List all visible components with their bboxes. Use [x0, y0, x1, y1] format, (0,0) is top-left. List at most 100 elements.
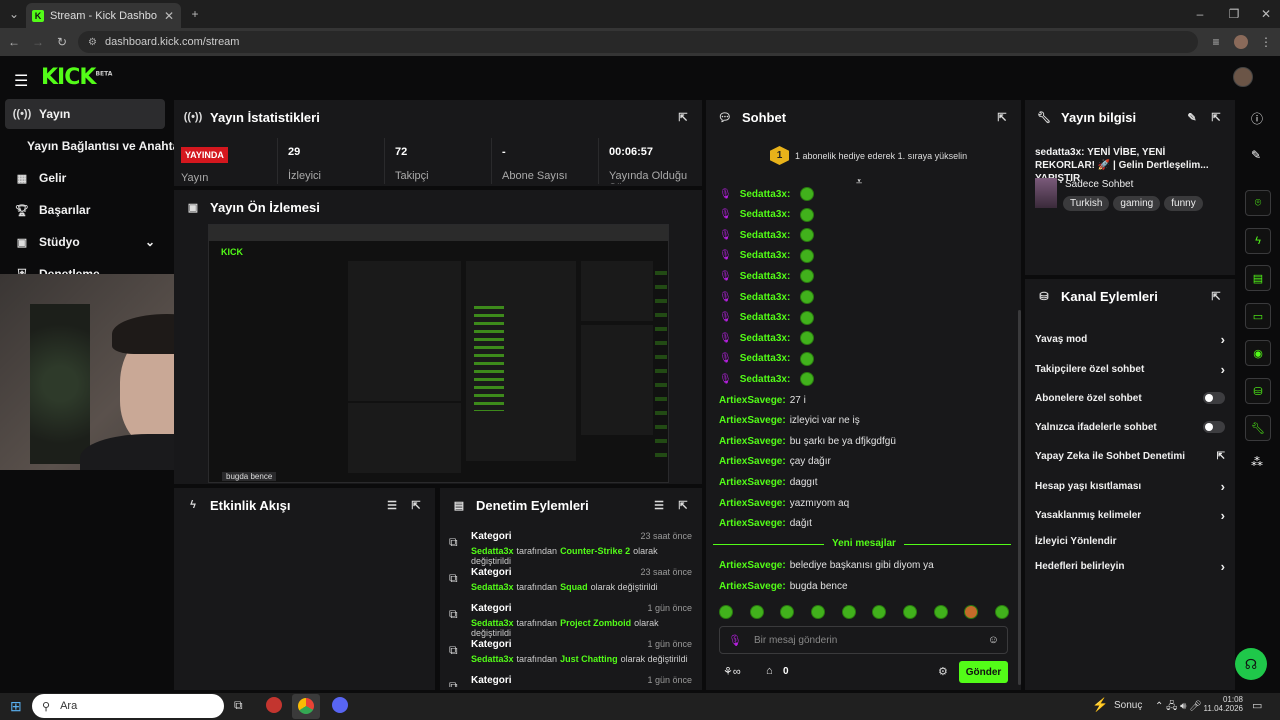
notification-icon[interactable]: ▭	[1252, 699, 1262, 712]
forward-icon[interactable]: →	[28, 32, 48, 52]
emote-picker-item[interactable]	[964, 605, 979, 619]
chat-username[interactable]: ArtiexSavege:	[719, 436, 786, 447]
rail-document-icon[interactable]: ▤	[1245, 265, 1271, 291]
collapse-pinned-icon[interactable]: ⩡	[856, 176, 862, 189]
popout-icon[interactable]: ⇱	[1209, 110, 1223, 124]
chat-username[interactable]: ArtiexSavege:	[719, 498, 786, 509]
toggle-switch[interactable]	[1203, 421, 1225, 433]
mod-action-row[interactable]: ⧉ Kategori 1 gün önce	[449, 675, 694, 687]
taskbar-app-icon[interactable]	[266, 697, 282, 713]
mod-action-row[interactable]: ⧉ Kategori 1 gün önce Sedatta3x tarafından Pr…	[449, 603, 694, 638]
maximize-icon[interactable]: ❐	[1224, 4, 1244, 24]
chat-username[interactable]: Sedatta3x:	[740, 374, 791, 385]
emote-picker-item[interactable]	[719, 605, 733, 619]
points-icon[interactable]: ⚘∞	[723, 665, 741, 678]
chat-message[interactable]: 🎙︎ Sedatta3x:	[719, 371, 815, 387]
kick-logo[interactable]: KICKBETA	[41, 65, 112, 90]
chat-message[interactable]: ArtiexSavege: bugda bence	[719, 578, 848, 594]
user-avatar[interactable]	[1233, 67, 1253, 87]
chat-message[interactable]: ArtiexSavege: dağıt	[719, 516, 812, 532]
chat-username[interactable]: Sedatta3x:	[740, 250, 791, 261]
chat-username[interactable]: Sedatta3x:	[740, 230, 791, 241]
chat-message[interactable]: 🎙︎ Sedatta3x:	[719, 268, 815, 284]
chat-settings-icon[interactable]: ⚙	[938, 665, 948, 678]
emote-picker-item[interactable]	[841, 605, 856, 619]
url-field[interactable]: ⚙ dashboard.kick.com/stream	[78, 31, 1198, 53]
channel-action-7[interactable]: İzleyici Yönlendir	[1035, 534, 1225, 548]
mod-action-row[interactable]: ⧉ Kategori 23 saat önce Sedatta3x tarafından…	[449, 567, 694, 601]
chat-message[interactable]: 🎙︎ Sedatta3x:	[719, 289, 815, 305]
popout-icon[interactable]: ⇱	[676, 110, 690, 124]
chat-message[interactable]: 🎙︎ Sedatta3x:	[719, 227, 815, 243]
discord-icon[interactable]	[332, 697, 348, 713]
stream-preview-video[interactable]: KICK	[208, 224, 669, 483]
emote-picker-item[interactable]	[780, 605, 795, 619]
chat-username[interactable]: Sedatta3x:	[740, 271, 791, 282]
chat-message[interactable]: ArtiexSavege: bu şarkı be ya dfjkgdfgü	[719, 433, 896, 449]
chat-message[interactable]: 🎙︎ Sedatta3x:	[719, 310, 815, 326]
taskbar-search[interactable]: ⚲ Ara	[32, 694, 224, 718]
chat-message[interactable]: 🎙︎ Sedatta3x:	[719, 330, 815, 346]
emote-picker-item[interactable]	[749, 605, 764, 619]
reload-icon[interactable]: ↻	[52, 32, 72, 52]
chat-message[interactable]: ArtiexSavege: 27 i	[719, 392, 806, 408]
windows-start-icon[interactable]: ⊞	[10, 698, 22, 715]
chat-message[interactable]: ArtiexSavege: çay dağır	[719, 454, 831, 470]
channel-action-0[interactable]: Yavaş mod ›	[1035, 332, 1225, 347]
channel-action-8[interactable]: Hedefleri belirleyin ›	[1035, 559, 1225, 574]
chat-username[interactable]: ArtiexSavege:	[719, 518, 786, 529]
chat-message[interactable]: 🎙︎ Sedatta3x:	[719, 186, 815, 202]
chat-input[interactable]: 🎙︎ Bir mesaj gönderin ☺	[719, 626, 1008, 654]
chat-username[interactable]: ArtiexSavege:	[719, 581, 786, 592]
filter-icon[interactable]: ☰	[652, 498, 666, 512]
toggle-switch[interactable]	[1203, 392, 1225, 404]
mod-action-row[interactable]: ⧉ Kategori 1 gün önce Sedatta3x tarafından Ju…	[449, 639, 694, 673]
chat-username[interactable]: ArtiexSavege:	[719, 456, 786, 467]
back-icon[interactable]: ←	[4, 32, 24, 52]
site-info-icon[interactable]: ⚙	[88, 37, 97, 48]
rail-camera-icon[interactable]: ⌾	[1245, 190, 1271, 216]
tray-icons[interactable]: ⌃ 🖧︎ 🔊︎ 🎤︎	[1155, 699, 1202, 716]
popout-icon[interactable]: ⇱	[409, 498, 423, 512]
nav-item-stream-key[interactable]: Yayın Bağlantısı ve Anahtarı	[5, 131, 187, 161]
channel-action-3[interactable]: Yalnızca ifadelerle sohbet	[1035, 420, 1225, 434]
close-tab-icon[interactable]: ✕	[163, 6, 175, 26]
popout-icon[interactable]: ⇱	[676, 498, 690, 512]
filter-icon[interactable]: ☰	[385, 498, 399, 512]
emote-picker-item[interactable]	[994, 605, 1009, 619]
emote-picker-item[interactable]	[872, 605, 887, 619]
edit-icon[interactable]: ✎	[1251, 148, 1261, 162]
nav-item-achievements[interactable]: 🏆︎ Başarılar	[5, 195, 165, 225]
chat-message[interactable]: ArtiexSavege: daggıt	[719, 474, 818, 490]
emoji-picker-icon[interactable]: ☺	[988, 634, 999, 646]
rail-wrench-icon[interactable]: 🔧︎	[1245, 415, 1271, 441]
taskbar-chrome-active[interactable]	[292, 694, 320, 719]
chat-username[interactable]: ArtiexSavege:	[719, 477, 786, 488]
emote-picker-item[interactable]	[902, 605, 917, 619]
tab-search-icon[interactable]: ⌄	[4, 4, 24, 24]
profile-avatar[interactable]	[1234, 35, 1248, 49]
browser-tab[interactable]: K Stream - Kick Dashboard ✕	[26, 3, 181, 28]
emote-picker-item[interactable]	[933, 605, 948, 619]
edit-pencil-icon[interactable]: ✎	[1185, 110, 1199, 124]
chat-username[interactable]: Sedatta3x:	[740, 209, 791, 220]
popout-icon[interactable]: ⇱	[995, 110, 1009, 124]
chat-message[interactable]: 🎙︎ Sedatta3x:	[719, 351, 815, 367]
chat-username[interactable]: Sedatta3x:	[740, 333, 791, 344]
chat-username[interactable]: ArtiexSavege:	[719, 415, 786, 426]
channel-action-1[interactable]: Takipçilere özel sohbet ›	[1035, 362, 1225, 377]
chat-message[interactable]: ArtiexSavege: belediye başkanısı gibi diy…	[719, 557, 934, 573]
new-tab-icon[interactable]: +	[185, 4, 205, 24]
emote-picker-item[interactable]	[810, 605, 825, 619]
layout-icon[interactable]: ⁂	[1251, 455, 1263, 469]
chat-username[interactable]: ArtiexSavege:	[719, 560, 786, 571]
channel-action-4[interactable]: Yapay Zeka ile Sohbet Denetimi ⇱	[1035, 449, 1225, 463]
info-icon[interactable]: ⓘ	[1251, 110, 1263, 127]
rail-chat-icon[interactable]: ▭	[1245, 303, 1271, 329]
chat-username[interactable]: Sedatta3x:	[740, 353, 791, 364]
tray-app-icon[interactable]: ⚡	[1092, 697, 1108, 713]
chat-username[interactable]: Sedatta3x:	[740, 312, 791, 323]
chat-message[interactable]: 🎙︎ Sedatta3x:	[719, 248, 815, 264]
gift-icon[interactable]: ⌂	[766, 665, 773, 677]
minimize-icon[interactable]: –	[1190, 4, 1210, 24]
